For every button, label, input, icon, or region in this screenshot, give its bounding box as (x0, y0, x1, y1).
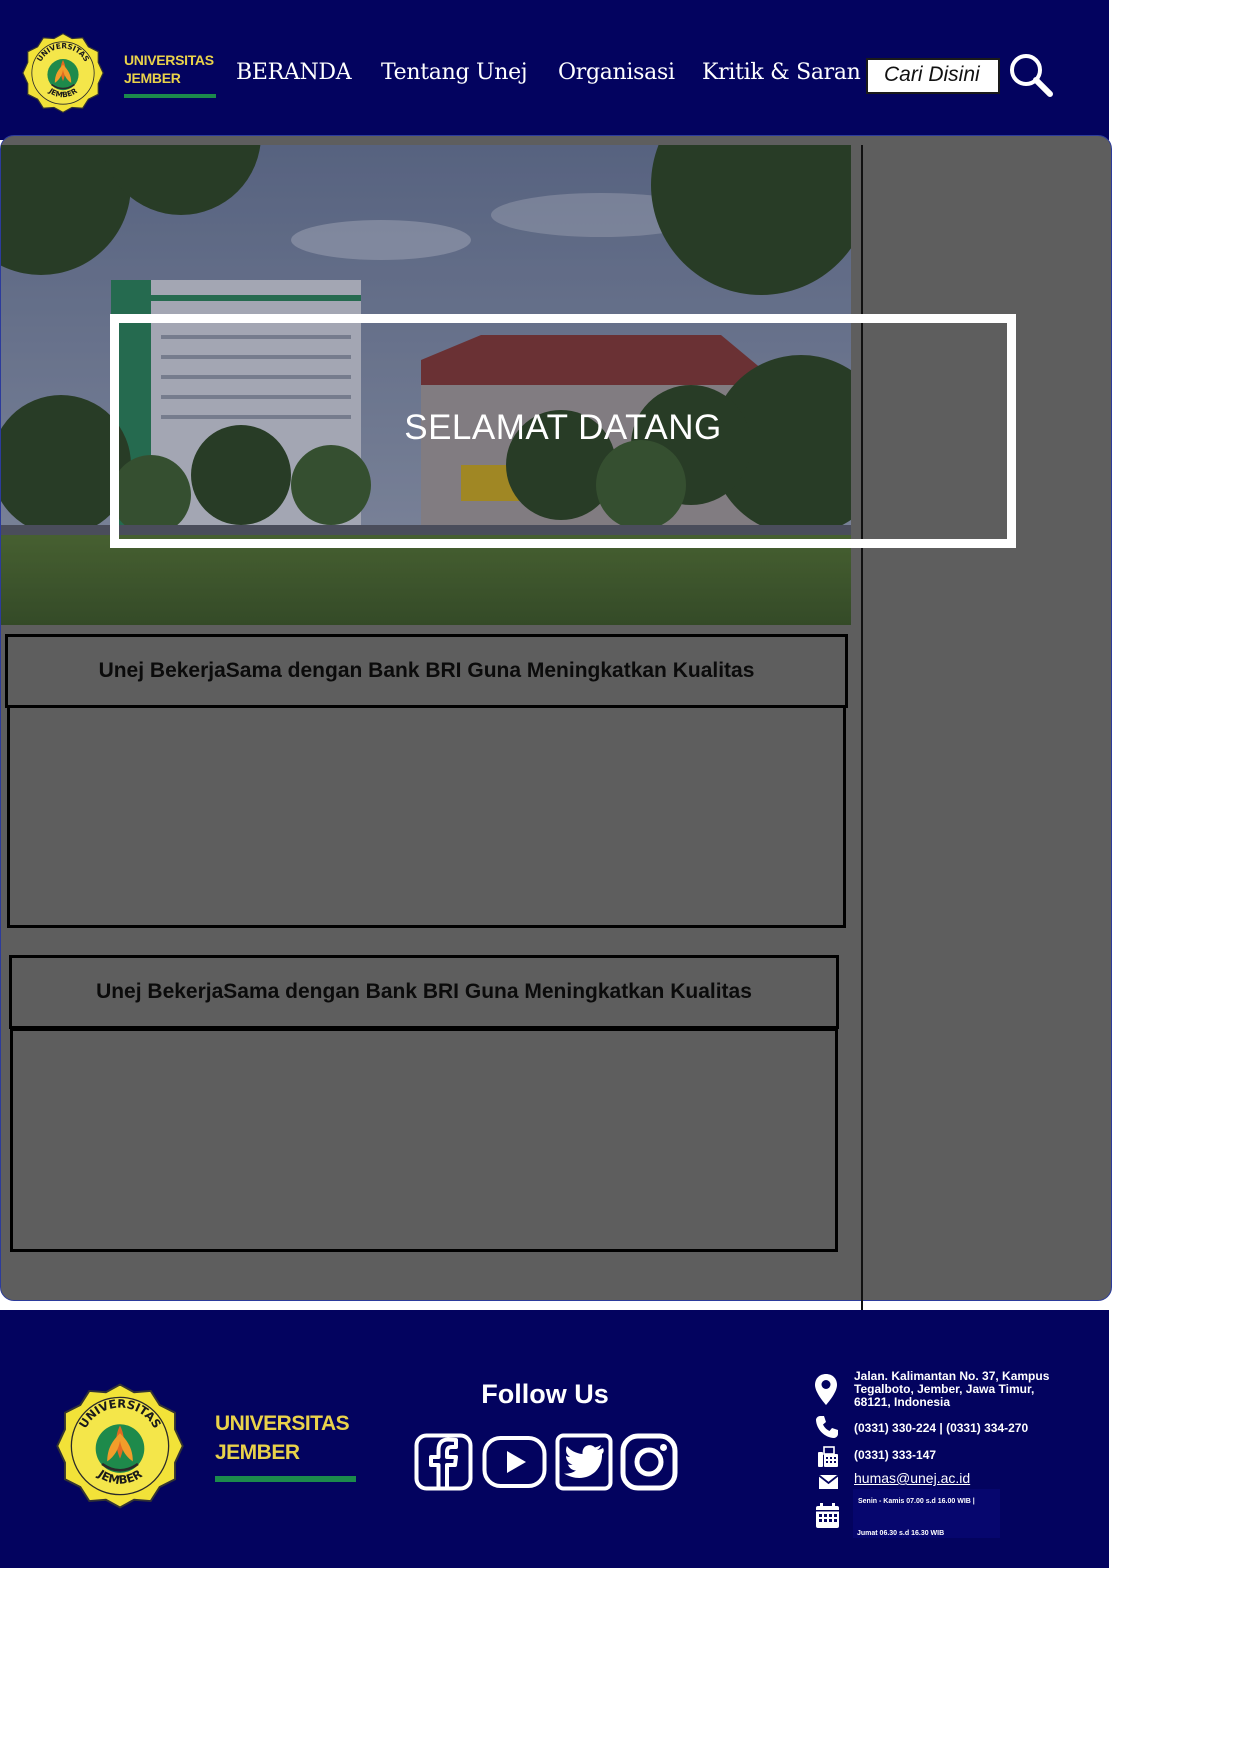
office-hours-friday: Jumat 06.30 s.d 16.30 WIB (857, 1530, 945, 1537)
university-seal-logo[interactable]: UNIVERSITAS JEMBER (22, 32, 104, 114)
contact-phone: (0331) 330-224 | (0331) 334-270 (854, 1421, 1029, 1435)
twitter-icon[interactable] (555, 1433, 613, 1491)
fax-icon (818, 1446, 838, 1467)
location-pin-icon (815, 1374, 837, 1405)
follow-us-heading: Follow Us (481, 1379, 609, 1409)
brand-wordmark[interactable]: UNIVERSITAS JEMBER (124, 51, 216, 101)
email-icon (818, 1474, 839, 1489)
search-icon[interactable] (1008, 52, 1054, 98)
contact-fax: (0331) 333-147 (854, 1448, 937, 1462)
calendar-icon (816, 1503, 839, 1528)
youtube-icon[interactable] (482, 1433, 547, 1491)
instagram-icon[interactable] (620, 1433, 678, 1491)
footer-brand-underline (215, 1476, 356, 1482)
nav-item-tentang-unej[interactable]: Tentang Unej (381, 60, 528, 85)
search-input[interactable]: Cari Disini (866, 58, 1000, 94)
news-card-2-body[interactable] (10, 1028, 838, 1252)
news-card-2-title[interactable]: Unej BekerjaSama dengan Bank BRI Guna Me… (9, 955, 839, 1029)
footer-university-seal-logo[interactable]: UNIVERSITAS JEMBER (56, 1382, 184, 1510)
welcome-heading: SELAMAT DATANG (404, 408, 722, 447)
footer-brand-wordmark[interactable]: UNIVERSITAS JEMBER (215, 1409, 357, 1484)
nav-item-beranda[interactable]: BERANDA (236, 60, 352, 85)
nav-item-kritik-saran[interactable]: Kritik & Saran (702, 60, 861, 85)
contact-email-link[interactable]: humas@unej.ac.id (854, 1470, 970, 1486)
brand-line-1: UNIVERSITAS (124, 52, 214, 68)
facebook-icon[interactable] (414, 1433, 473, 1491)
brand-underline (124, 94, 216, 98)
footer-brand-line-2: JEMBER (215, 1441, 300, 1464)
contact-address: Jalan. Kalimantan No. 37, Kampus Tegalbo… (854, 1369, 1050, 1409)
site-header: UNIVERSITAS JEMBER UNIVERSITAS JEMBER BE… (0, 0, 1109, 140)
news-card-1-body[interactable] (7, 705, 846, 928)
news-card-1-title[interactable]: Unej BekerjaSama dengan Bank BRI Guna Me… (5, 634, 848, 708)
office-hours-weekday: Senin - Kamis 07.00 s.d 16.00 WIB | (858, 1498, 975, 1505)
footer-brand-line-1: UNIVERSITAS (215, 1412, 350, 1435)
nav-item-organisasi[interactable]: Organisasi (558, 60, 675, 85)
brand-line-2: JEMBER (124, 70, 181, 86)
phone-icon (816, 1416, 838, 1438)
